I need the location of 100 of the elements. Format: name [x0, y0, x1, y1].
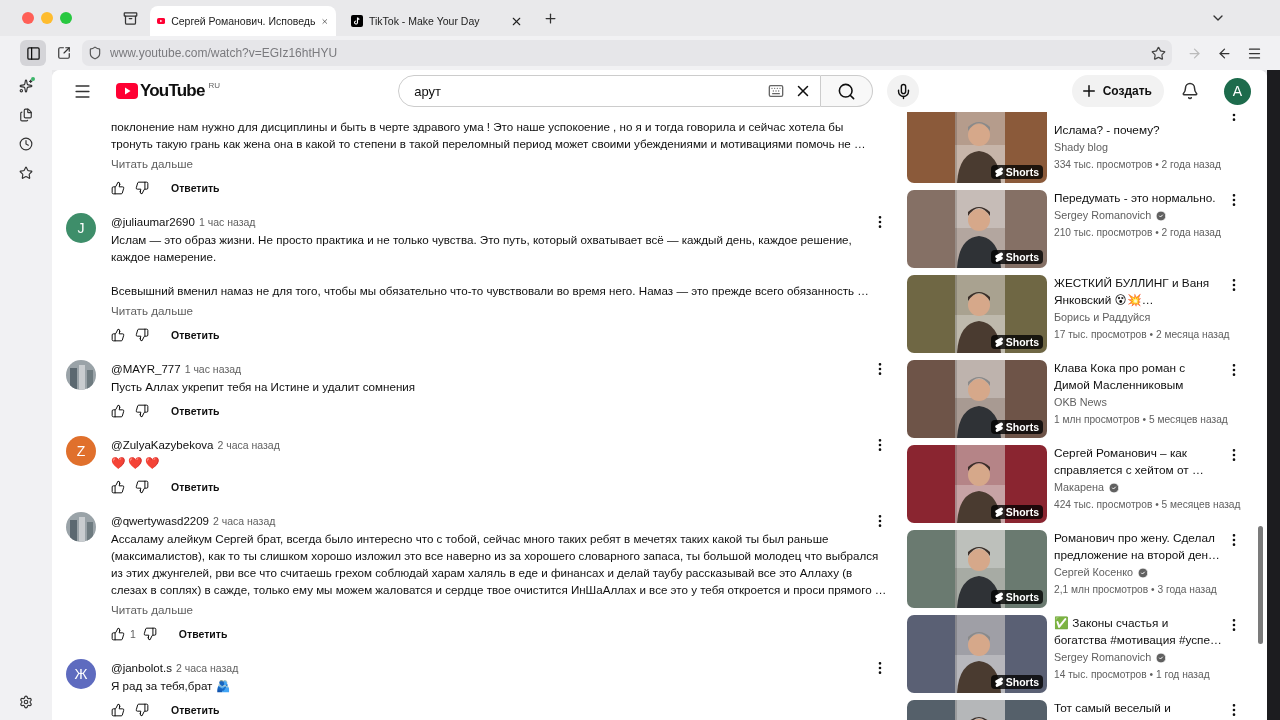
channel-name[interactable]: Sergey Romanovich: [1054, 649, 1152, 666]
settings-icon: [19, 695, 33, 709]
thumbs-down-icon: [135, 480, 149, 494]
arrow-right-icon: [1186, 45, 1202, 61]
region-label: RU: [208, 81, 221, 90]
channel-name[interactable]: Sergey Romanovich: [1054, 207, 1152, 224]
thumbs-up-icon: [111, 181, 125, 195]
thumbs-down-icon: [135, 181, 149, 195]
thumbs-up-icon: [111, 404, 125, 418]
star-icon: [1151, 45, 1166, 61]
thumbs-down-icon: [135, 328, 149, 342]
mic-button[interactable]: [887, 75, 920, 107]
reply-button[interactable]: Ответить: [167, 622, 239, 646]
badge-label: Shorts: [1005, 336, 1039, 348]
thumbs-down-icon: [142, 627, 157, 641]
read-more-link[interactable]: Читать дальше: [111, 302, 193, 319]
channel-name[interactable]: Shady blog: [1054, 139, 1109, 156]
comment-author[interactable]: @qwertywasd2209: [111, 515, 209, 527]
like-count: 1: [130, 628, 136, 640]
badge-label: Shorts: [1005, 251, 1039, 263]
create-button[interactable]: Создать: [1071, 75, 1164, 107]
comment-time[interactable]: 2 часа назад: [217, 439, 280, 451]
video-title[interactable]: ✅ Законы счастья и богатства #мотивация #успе…: [1054, 615, 1224, 649]
keyboard-icon: [768, 83, 785, 99]
video-title[interactable]: Передумать - это нормально.: [1054, 190, 1224, 207]
channel-name[interactable]: OKB News: [1054, 394, 1107, 411]
shorts-icon: [994, 506, 1003, 518]
comment-author[interactable]: @janbolot.s: [111, 662, 172, 674]
star-icon: [19, 166, 33, 180]
comment-text: Пусть Аллах укрепит тебя на Истине и удалит сомнения: [111, 379, 417, 395]
video-stats: 17 тыс. просмотров • 2 месяца назад: [1054, 328, 1230, 342]
avatar[interactable]: J: [66, 213, 96, 243]
badge-label: Shorts: [1005, 676, 1039, 688]
comment-time[interactable]: 1 час назад: [184, 363, 242, 375]
youtube-icon: [157, 16, 166, 26]
reply-button[interactable]: Ответить: [160, 475, 231, 499]
thumbs-up-icon: [111, 328, 125, 342]
search-field[interactable]: арут: [412, 82, 759, 100]
sparkle-icon: [19, 79, 33, 93]
badge-label: Shorts: [1005, 591, 1039, 603]
video-title[interactable]: Сергей Романович – как справляется с хейтом от …: [1054, 445, 1224, 479]
reply-button[interactable]: Ответить: [160, 176, 231, 200]
shorts-icon: [994, 166, 1003, 178]
files-icon: [19, 108, 33, 122]
shorts-icon: [994, 336, 1003, 348]
user-avatar[interactable]: A: [1224, 77, 1251, 105]
thumbs-up-icon: [111, 480, 125, 494]
plus-icon: [542, 10, 558, 26]
channel-name[interactable]: Борись и Раддуйся: [1054, 309, 1151, 326]
comment-text: Ислам — это образ жизни. Не просто практика и не только чувства. Это путь, который охватывает всё — каждый день, каждое решение, каждое намерение.: [111, 232, 853, 265]
comment-text: ❤ ❤ ❤: [111, 455, 161, 471]
video-title[interactable]: Романович про жену. Сделал предложение на второй ден…: [1054, 530, 1224, 564]
comment-time[interactable]: 1 час назад: [198, 216, 256, 228]
video-stats: 334 тыс. просмотров • 2 года назад: [1054, 158, 1221, 172]
read-more-link[interactable]: Читать дальше: [111, 155, 193, 172]
bell-icon: [1181, 82, 1199, 100]
video-title[interactable]: Клава Кока про роман с Димой Масленниковым: [1054, 360, 1224, 394]
reply-button[interactable]: Ответить: [160, 698, 231, 720]
video-stats: 14 тыс. просмотров • 1 год назад: [1054, 668, 1210, 682]
archive-icon: [122, 10, 138, 26]
search-button[interactable]: [821, 75, 874, 107]
browser-tab[interactable]: Сергей Романович. Исповедь: [150, 6, 336, 36]
comment-text: Ассаламу алейкум Сергей брат, всегда было интересно что с тобой, сейчас много таких ребят в мечетях таких какой ты был раньше (максималистов), как то ты слишком хорошо изложил это все наверно из за хорошего словарного запаса, ты большой молодец что выбрался из этих джунгелей, рви все что считаешь грехом соблюдай харам халяль в еде и финансах и делай таубу рассказывай все это Аллаху (в слезах в соплях) в сажде, только ему мы можем жаловатся и сердце твое очистится ИнШаАллах и все это у тебя откроется и проси прямого …: [111, 531, 888, 598]
comment-time[interactable]: 2 часа назад: [175, 662, 239, 674]
shorts-icon: [994, 421, 1003, 433]
comment-author[interactable]: @MAYR_777: [111, 363, 181, 375]
note-icon: [351, 15, 363, 27]
video-title[interactable]: Ислама? - почему?: [1054, 122, 1224, 139]
read-more-link[interactable]: Читать дальше: [111, 601, 193, 618]
clock-icon: [19, 137, 33, 151]
comment-text: Всевышний вменил намаз не для того, чтобы мы обязательно что-то чувствовали во время него. Намаз — это прежде всего обязанность …: [111, 283, 870, 299]
menu-icon: [1246, 45, 1262, 61]
comment-author[interactable]: @juliaumar2690: [111, 216, 195, 228]
channel-name[interactable]: Макарена: [1054, 479, 1105, 496]
sidebar-icon: [25, 45, 41, 61]
thumbs-down-icon: [135, 703, 149, 717]
video-stats: 2,1 млн просмотров • 3 года назад: [1054, 583, 1217, 597]
shorts-icon: [994, 676, 1003, 688]
sidebar-toggle-button[interactable]: [20, 40, 46, 66]
video-stats: 210 тыс. просмотров • 2 года назад: [1054, 226, 1221, 240]
browser-tab[interactable]: TikTok - Make Your Day: [344, 6, 530, 36]
comment-author[interactable]: @ZulyaKazybekova: [111, 439, 214, 451]
thumbs-up-icon: [111, 703, 125, 717]
search-icon: [837, 81, 857, 101]
comment-time[interactable]: 2 часа назад: [213, 515, 276, 527]
badge-label: Shorts: [1005, 506, 1039, 518]
address-field[interactable]: www.youtube.com/watch?v=EGIz16htHYU: [82, 40, 1172, 66]
logo-text[interactable]: YouTube: [140, 81, 205, 101]
comment-text: Я рад за тебя,брат 🫂: [111, 678, 231, 694]
scrollbar[interactable]: [1258, 526, 1263, 644]
channel-name[interactable]: Сергей Косенко: [1054, 564, 1134, 581]
reply-button[interactable]: Ответить: [160, 399, 231, 423]
video-title[interactable]: Тот самый веселый и: [1054, 700, 1224, 717]
avatar[interactable]: Ж: [66, 659, 96, 689]
badge-label: Shorts: [1005, 166, 1039, 178]
comment-text: поклонение нам нужно для дисциплины и быть в черте здравого ума ! Это наше успокоение , но я и тогда говорила и сейчас хотела бы тронуть такую грань как жена она в какой то степени в такой переломный период может своими убеждениями и мотивациями помочь не …: [111, 119, 867, 152]
video-title[interactable]: ЖЕСТКИЙ БУЛЛИНГ и Ваня Янковский 😵💥…: [1054, 275, 1224, 309]
status-dot: [31, 77, 35, 81]
reply-button[interactable]: Ответить: [160, 323, 231, 347]
play-logo-icon: [116, 83, 138, 99]
